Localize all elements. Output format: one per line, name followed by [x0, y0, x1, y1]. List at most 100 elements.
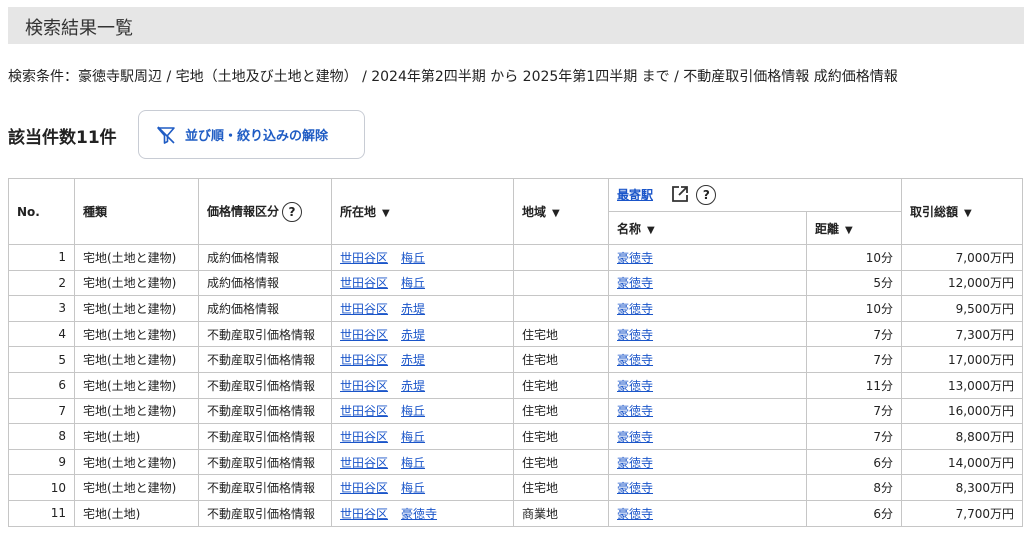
station-link[interactable]: 豪徳寺: [617, 302, 653, 316]
ward-link[interactable]: 世田谷区: [340, 481, 388, 495]
town-link[interactable]: 赤堤: [401, 353, 425, 367]
town-link[interactable]: 豪徳寺: [401, 507, 437, 521]
station-link[interactable]: 豪徳寺: [617, 430, 653, 444]
cell-distance: 7分: [806, 346, 902, 373]
cell-area: 住宅地: [513, 371, 609, 399]
table-row: 4 宅地(土地と建物) 不動産取引価格情報 世田谷区 赤堤 住宅地 豪徳寺 7分 7,300万円: [8, 320, 1023, 348]
cell-total-price: 7,700万円: [901, 499, 1023, 527]
cell-location: 世田谷区 梅丘: [331, 474, 514, 501]
cell-distance: 8分: [806, 474, 902, 501]
cell-type: 宅地(土地と建物): [74, 244, 199, 271]
sort-down-icon: ▼: [647, 224, 655, 236]
cell-distance: 5分: [806, 269, 902, 297]
town-link[interactable]: 梅丘: [401, 430, 425, 444]
station-link[interactable]: 豪徳寺: [617, 328, 653, 342]
result-count: 該当件数11件: [8, 128, 117, 148]
sort-down-icon: ▼: [845, 224, 853, 236]
cell-type: 宅地(土地と建物): [74, 295, 199, 322]
cell-price-class: 成約価格情報: [198, 295, 332, 322]
town-link[interactable]: 梅丘: [401, 251, 425, 265]
cell-type: 宅地(土地と建物): [74, 269, 199, 297]
ward-link[interactable]: 世田谷区: [340, 507, 388, 521]
ward-link[interactable]: 世田谷区: [340, 328, 388, 342]
col-header-area[interactable]: 地域 ▼: [513, 178, 609, 245]
reset-button-label: 並び順・絞り込みの解除: [185, 129, 329, 144]
cell-price-class: 不動産取引価格情報: [198, 371, 332, 399]
ward-link[interactable]: 世田谷区: [340, 404, 388, 418]
cell-price-class: 不動産取引価格情報: [198, 448, 332, 476]
ward-link[interactable]: 世田谷区: [340, 302, 388, 316]
cell-no: 2: [8, 269, 75, 297]
station-link[interactable]: 豪徳寺: [617, 379, 653, 393]
cell-type: 宅地(土地と建物): [74, 320, 199, 348]
cell-distance: 7分: [806, 397, 902, 425]
cell-distance: 10分: [806, 244, 902, 271]
town-link[interactable]: 梅丘: [401, 404, 425, 418]
cell-total-price: 12,000万円: [901, 269, 1023, 297]
ward-link[interactable]: 世田谷区: [340, 353, 388, 367]
cell-area: 住宅地: [513, 320, 609, 348]
cell-price-class: 不動産取引価格情報: [198, 397, 332, 425]
station-link[interactable]: 豪徳寺: [617, 404, 653, 418]
cell-price-class: 不動産取引価格情報: [198, 423, 332, 450]
nearest-station-link[interactable]: 最寄駅: [617, 188, 653, 202]
station-link[interactable]: 豪徳寺: [617, 456, 653, 470]
town-link[interactable]: 梅丘: [401, 276, 425, 290]
col-header-location[interactable]: 所在地 ▼: [331, 178, 514, 245]
cell-type: 宅地(土地と建物): [74, 397, 199, 425]
cell-area: 商業地: [513, 499, 609, 527]
cell-total-price: 8,800万円: [901, 423, 1023, 450]
cell-distance: 6分: [806, 499, 902, 527]
cell-no: 10: [8, 474, 75, 501]
help-icon[interactable]: ?: [282, 201, 303, 222]
ward-link[interactable]: 世田谷区: [340, 456, 388, 470]
town-link[interactable]: 梅丘: [401, 481, 425, 495]
help-icon[interactable]: ?: [696, 185, 717, 205]
town-link[interactable]: 赤堤: [401, 379, 425, 393]
ward-link[interactable]: 世田谷区: [340, 276, 388, 290]
cell-no: 6: [8, 371, 75, 399]
cell-location: 世田谷区 梅丘: [331, 397, 514, 425]
cell-type: 宅地(土地と建物): [74, 474, 199, 501]
cell-distance: 7分: [806, 320, 902, 348]
station-link[interactable]: 豪徳寺: [617, 507, 653, 521]
ward-link[interactable]: 世田谷区: [340, 379, 388, 393]
cell-distance: 7分: [806, 423, 902, 450]
cell-price-class: 不動産取引価格情報: [198, 320, 332, 348]
town-link[interactable]: 赤堤: [401, 302, 425, 316]
col-header-station-group: 最寄駅 ?: [608, 178, 902, 212]
cell-location: 世田谷区 梅丘: [331, 448, 514, 476]
cell-location: 世田谷区 赤堤: [331, 371, 514, 399]
cell-station: 豪徳寺: [608, 397, 807, 425]
col-header-distance[interactable]: 距離 ▼: [806, 211, 902, 245]
station-link[interactable]: 豪徳寺: [617, 481, 653, 495]
town-link[interactable]: 赤堤: [401, 328, 425, 342]
station-link[interactable]: 豪徳寺: [617, 251, 653, 265]
search-conditions: 検索条件：豪徳寺駅周辺 / 宅地（土地及び土地と建物） / 2024年第2四半期…: [8, 69, 898, 85]
station-link[interactable]: 豪徳寺: [617, 353, 653, 367]
cell-price-class: 成約価格情報: [198, 244, 332, 271]
table-row: 1 宅地(土地と建物) 成約価格情報 世田谷区 梅丘 豪徳寺 10分 7,000万円: [8, 244, 1023, 271]
col-header-station-name[interactable]: 名称 ▼: [608, 211, 807, 245]
cell-no: 11: [8, 499, 75, 527]
cell-distance: 10分: [806, 295, 902, 322]
table-row: 6 宅地(土地と建物) 不動産取引価格情報 世田谷区 赤堤 住宅地 豪徳寺 11分 13,000…: [8, 371, 1023, 399]
cell-type: 宅地(土地と建物): [74, 346, 199, 373]
table-row: 9 宅地(土地と建物) 不動産取引価格情報 世田谷区 梅丘 住宅地 豪徳寺 6分 14,000万…: [8, 448, 1023, 476]
cell-station: 豪徳寺: [608, 448, 807, 476]
table-row: 11 宅地(土地) 不動産取引価格情報 世田谷区 豪徳寺 商業地 豪徳寺 6分 7,700万円: [8, 499, 1023, 527]
cell-price-class: 成約価格情報: [198, 269, 332, 297]
col-header-total-price[interactable]: 取引総額 ▼: [901, 178, 1023, 245]
ward-link[interactable]: 世田谷区: [340, 430, 388, 444]
cell-location: 世田谷区 赤堤: [331, 320, 514, 348]
page-header: 検索結果一覧: [8, 7, 1024, 44]
cell-station: 豪徳寺: [608, 244, 807, 271]
table-row: 7 宅地(土地と建物) 不動産取引価格情報 世田谷区 梅丘 住宅地 豪徳寺 7分 16,000万…: [8, 397, 1023, 425]
ward-link[interactable]: 世田谷区: [340, 251, 388, 265]
town-link[interactable]: 梅丘: [401, 456, 425, 470]
external-link-icon[interactable]: [671, 185, 693, 206]
station-link[interactable]: 豪徳寺: [617, 276, 653, 290]
cell-no: 9: [8, 448, 75, 476]
cell-station: 豪徳寺: [608, 269, 807, 297]
reset-sort-filter-button[interactable]: 並び順・絞り込みの解除: [138, 110, 365, 159]
